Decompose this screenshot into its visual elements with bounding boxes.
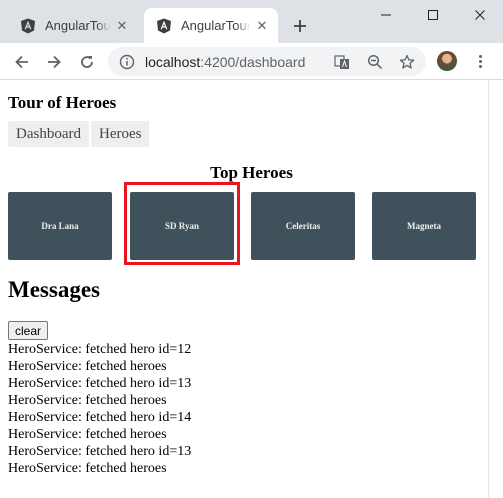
hero-name: Dra Lana: [41, 221, 79, 231]
messages-title: Messages: [8, 277, 100, 302]
message-item: HeroService: fetched hero id=12: [8, 342, 192, 357]
minimize-button[interactable]: [363, 0, 409, 30]
clear-button[interactable]: clear: [8, 321, 49, 340]
hero-card[interactable]: Dra Lana: [8, 192, 112, 260]
page-scrollbar[interactable]: [488, 80, 503, 498]
new-tab-button[interactable]: [288, 14, 312, 38]
url-host: localhost: [145, 54, 201, 70]
forward-button[interactable]: [40, 48, 68, 76]
hero-card[interactable]: Celeritas: [251, 192, 355, 260]
message-item: HeroService: fetched heroes: [8, 427, 167, 442]
main-nav: Dashboard Heroes: [8, 121, 150, 147]
close-icon[interactable]: ✕: [114, 18, 130, 34]
arrow-right-icon: [48, 55, 61, 69]
message-list: HeroService: fetched hero id=12 HeroServ…: [8, 341, 191, 477]
message-item: HeroService: fetched hero id=13: [8, 376, 192, 391]
close-icon: [475, 10, 485, 20]
message-item: HeroService: fetched hero id=13: [8, 444, 192, 459]
arrow-left-icon: [15, 55, 28, 69]
message-item: HeroService: fetched heroes: [8, 359, 167, 374]
tab-title: AngularTourOfHeroes: [45, 18, 110, 33]
maximize-icon: [428, 10, 438, 20]
highlight-box: [124, 182, 240, 265]
bookmark-star-icon[interactable]: [398, 53, 416, 71]
url-text[interactable]: localhost:4200/dashboard: [145, 54, 305, 70]
message-item: HeroService: fetched heroes: [8, 461, 167, 476]
plus-icon: [294, 20, 306, 32]
message-item: HeroService: fetched heroes: [8, 393, 167, 408]
info-icon[interactable]: [119, 54, 135, 70]
reload-icon: [81, 56, 93, 68]
hero-name: Celeritas: [285, 221, 321, 231]
browser-menu-button[interactable]: [470, 51, 490, 71]
top-heroes-grid: Dra Lana SD Ryan Celeritas Magneta: [8, 192, 488, 260]
nav-link-heroes[interactable]: Heroes: [90, 121, 150, 147]
address-bar[interactable]: localhost:4200/dashboard: [108, 47, 426, 76]
translate-icon[interactable]: [333, 53, 351, 71]
nav-link-dashboard[interactable]: Dashboard: [8, 121, 89, 147]
hero-card[interactable]: Magneta: [372, 192, 476, 260]
url-path: :4200/dashboard: [200, 54, 306, 70]
profile-avatar[interactable]: [437, 51, 457, 71]
angular-icon: [21, 18, 35, 33]
message-item: HeroService: fetched hero id=14: [8, 410, 192, 425]
app-title: Tour of Heroes: [8, 93, 117, 112]
zoom-out-icon[interactable]: [366, 53, 384, 71]
back-button[interactable]: [8, 48, 36, 76]
browser-tab-strip: AngularTourOfHeroes ✕ AngularTourOfHeroe…: [0, 0, 503, 43]
browser-toolbar: localhost:4200/dashboard: [0, 43, 503, 80]
browser-tab-active[interactable]: AngularTourOfHeroes ✕: [144, 8, 278, 43]
top-heroes-title: Top Heroes: [210, 163, 293, 182]
hero-name: Magneta: [407, 221, 441, 231]
page-content: Tour of Heroes Dashboard Heroes Top Hero…: [0, 80, 488, 498]
maximize-button[interactable]: [410, 0, 456, 30]
close-icon[interactable]: ✕: [254, 18, 270, 34]
window-close-button[interactable]: [457, 0, 503, 30]
reload-button[interactable]: [73, 48, 101, 76]
tab-title: AngularTourOfHeroes: [181, 18, 250, 33]
browser-tab[interactable]: AngularTourOfHeroes ✕: [8, 8, 138, 43]
angular-icon: [157, 18, 171, 33]
minimize-icon: [381, 14, 391, 16]
